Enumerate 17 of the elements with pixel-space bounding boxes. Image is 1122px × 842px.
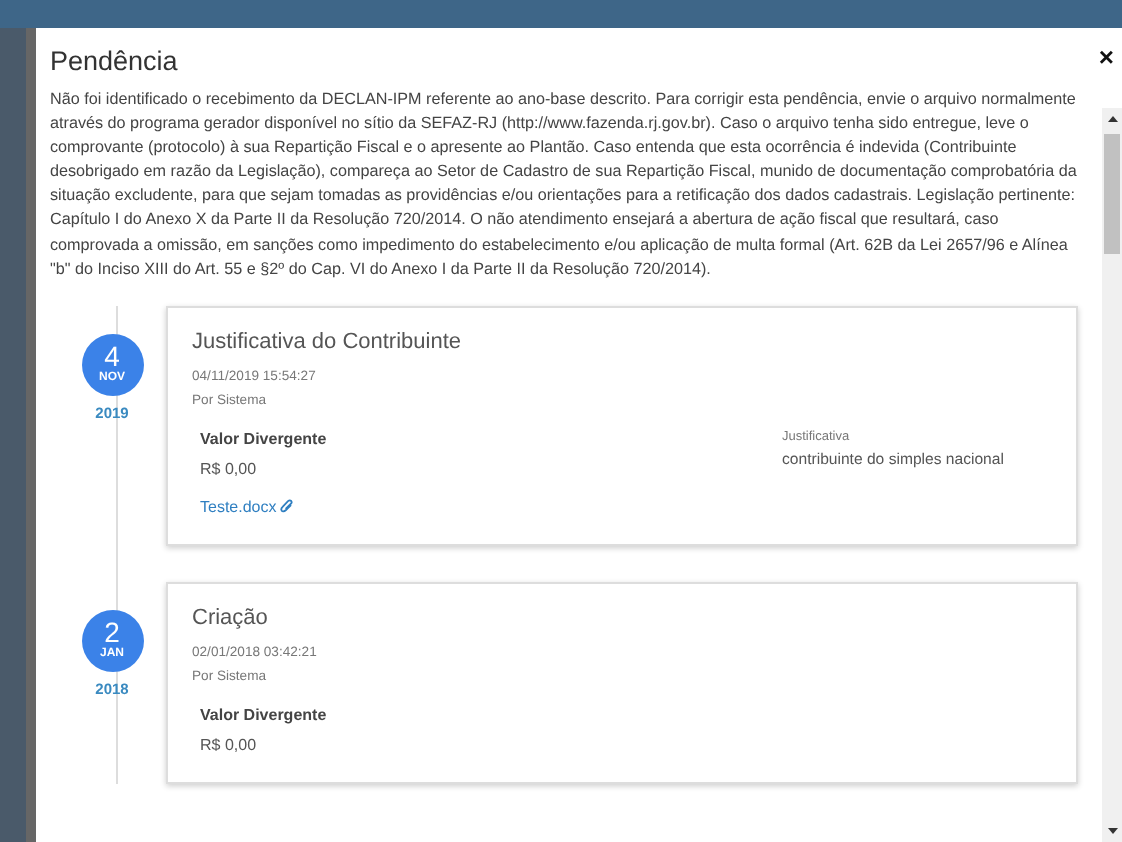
modal-title: Pendência — [50, 46, 178, 76]
paperclip-icon — [280, 498, 295, 515]
close-button[interactable]: × — [1098, 44, 1114, 70]
event-title: Justificativa do Contribuinte — [192, 329, 464, 354]
date-day: 4 — [104, 342, 120, 371]
scroll-up-icon — [1107, 116, 1117, 122]
field-value: R$ 0,00 — [200, 735, 257, 754]
field-value: R$ 0,00 — [200, 459, 257, 478]
scrollbar-thumb[interactable] — [1104, 134, 1120, 254]
description-text: Não foi identificado o recebimento da DECLAN-IPM referente ao ano-base descrito. Para corrigir esta pendência, envie o arquivo normalmente através do programa gerador disponível no sítio da SEFAZ-RJ (http://www.fazenda.rj.gov.br). Caso o arquivo tenha sido entregue, leve o comprovante (protocolo) à sua Repartição Fiscal e o apresente ao Plantão. Caso entenda que esta ocorrência é indevida (Contribuinte desobrigado em razão da Legislação), compareça ao Setor de Cadastro de sua Repartição Fiscal, munido de documentação comprobatória da situação excludente, para que sejam tomadas as providências e/ou orientações para a retificação dos dados cadastrais. Legislação pertinente: Capítulo I do Anexo X da Parte II da Resolução 720/2014. O não atendimento ensejará a abertura de ação fiscal que resultará, caso comprovada a omissão, em sanções como impedimento do estabelecimento e/ou aplicação de multa formal (Art. 62B da Lei 2657/96 e Alínea "b" do Inciso XIII do Art. 55 e §2º do Cap. VI do Anexo I da Parte II da Resolução 720/2014). — [50, 88, 1079, 282]
field-label: Valor Divergente — [200, 429, 327, 448]
scroll-down-icon — [1107, 828, 1117, 834]
date-day: 2 — [104, 618, 120, 647]
scrollbar[interactable] — [1102, 108, 1122, 842]
attachment-link[interactable]: Teste.docx — [200, 497, 295, 516]
field-label: Valor Divergente — [200, 705, 327, 724]
event-title: Criação — [192, 605, 270, 630]
